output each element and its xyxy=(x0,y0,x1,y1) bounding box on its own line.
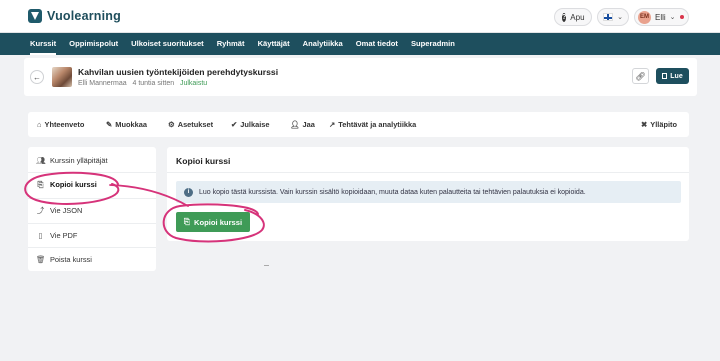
course-meta: Elli Mannermaa 4 tuntia sitten Julkaistu xyxy=(78,80,207,87)
logo-text: Vuolearning xyxy=(47,9,121,23)
nav-item-kayttajat[interactable]: Käyttäjät xyxy=(258,33,290,55)
copy-button-label: Kopioi kurssi xyxy=(193,217,243,227)
chevron-down-icon: ⌄ xyxy=(669,14,676,21)
read-button[interactable]: Lue xyxy=(656,68,689,84)
course-author: Elli Mannermaa xyxy=(78,80,127,87)
help-label: Apu xyxy=(570,12,585,22)
home-icon: ⌂ xyxy=(37,120,42,129)
panel-title: Kopioi kurssi xyxy=(176,156,231,166)
nav-item-omat-tiedot[interactable]: Omat tiedot xyxy=(356,33,398,55)
copy-link-button[interactable]: 🔗︎ xyxy=(632,68,649,84)
tab-label: Tehtävät ja analytiikka xyxy=(338,120,417,129)
person-icon: 👤︎ xyxy=(290,120,300,129)
sidebar-item-label: Vie PDF xyxy=(50,231,78,240)
nav-item-analytiikka[interactable]: Analytiikka xyxy=(303,33,343,55)
arrow-left-icon: ← xyxy=(33,72,41,82)
logo-icon xyxy=(28,9,42,23)
main-nav: Kurssit Oppimispolut Ulkoiset suoritukse… xyxy=(0,33,720,55)
check-circle-icon: ✔ xyxy=(231,120,238,129)
tab-label: Julkaise xyxy=(240,120,270,129)
tab-muokkaa[interactable]: ✎ Muokkaa xyxy=(106,120,147,129)
link-icon: 🔗︎ xyxy=(635,71,646,81)
user-name: Elli xyxy=(655,12,666,22)
trash-icon: 🗑︎ xyxy=(36,255,46,264)
gear-icon: ⚙ xyxy=(168,120,175,129)
read-label: Lue xyxy=(670,72,683,80)
finland-flag-icon xyxy=(603,13,614,21)
language-selector[interactable]: ⌄ xyxy=(597,8,629,26)
logo[interactable]: Vuolearning xyxy=(28,9,121,23)
sidebar-item-kurssin-yllapitajat[interactable]: 👥︎ Kurssin ylläpitäjät xyxy=(28,148,156,172)
sidebar-item-label: Vie JSON xyxy=(50,206,83,215)
tab-asetukset[interactable]: ⚙ Asetukset xyxy=(168,120,213,129)
nav-item-kurssit[interactable]: Kurssit xyxy=(30,33,57,55)
tab-label: Ylläpito xyxy=(650,120,677,129)
info-icon: i xyxy=(184,187,193,197)
tab-label: Muokkaa xyxy=(115,120,147,129)
copy-icon: ⎘ xyxy=(37,179,44,189)
info-message: i Luo kopio tästä kurssista. Vain kurssi… xyxy=(176,181,681,203)
users-icon: 👥︎ xyxy=(36,155,46,165)
tab-jaa[interactable]: 👤︎ Jaa xyxy=(290,120,315,129)
copy-icon: ⎘ xyxy=(183,217,190,226)
divider xyxy=(264,265,269,266)
question-icon: ? xyxy=(562,12,567,22)
tools-icon: ✖ xyxy=(641,120,648,129)
course-header xyxy=(24,58,697,96)
export-icon: ⤴ xyxy=(36,206,45,215)
pencil-icon: ✎ xyxy=(106,120,113,129)
avatar: EM xyxy=(638,10,651,24)
tab-label: Jaa xyxy=(302,120,315,129)
copy-course-button[interactable]: ⎘ Kopioi kurssi xyxy=(176,212,250,232)
file-icon: ▯ xyxy=(38,231,43,240)
course-title: Kahvilan uusien työntekijöiden perehdyty… xyxy=(78,67,279,77)
sidebar-item-label: Poista kurssi xyxy=(50,255,92,264)
chart-icon: ↗ xyxy=(329,120,336,129)
book-icon xyxy=(662,73,668,79)
sidebar-item-kopioi-kurssi[interactable]: ⎘ Kopioi kurssi xyxy=(28,172,156,196)
info-text: Luo kopio tästä kurssista. Vain kurssin … xyxy=(199,188,586,196)
tab-label: Yhteenveto xyxy=(44,120,85,129)
nav-item-ryhmat[interactable]: Ryhmät xyxy=(217,33,245,55)
sidebar-item-label: Kopioi kurssi xyxy=(50,180,97,189)
back-button[interactable]: ← xyxy=(30,70,44,84)
notification-dot xyxy=(679,15,684,19)
divider xyxy=(167,172,689,173)
nav-item-ulkoiset-suoritukset[interactable]: Ulkoiset suoritukset xyxy=(131,33,204,55)
tab-yllapito[interactable]: ✖ Ylläpito xyxy=(641,120,677,129)
course-thumbnail xyxy=(52,67,72,87)
help-button[interactable]: ? Apu xyxy=(554,8,592,26)
course-time: 4 tuntia sitten xyxy=(132,80,175,87)
tab-yhteenveto[interactable]: ⌂ Yhteenveto xyxy=(37,120,84,129)
nav-item-oppimispolut[interactable]: Oppimispolut xyxy=(69,33,118,55)
user-menu[interactable]: EM Elli ⌄ xyxy=(634,8,689,26)
sidebar-item-label: Kurssin ylläpitäjät xyxy=(50,155,108,165)
chevron-down-icon: ⌄ xyxy=(617,14,623,21)
tab-label: Asetukset xyxy=(177,120,214,129)
tab-julkaise[interactable]: ✔ Julkaise xyxy=(231,120,269,129)
course-status: Julkaistu xyxy=(179,80,208,87)
tab-tehtavat-ja-analytiikka[interactable]: ↗ Tehtävät ja analytiikka xyxy=(329,120,416,129)
nav-item-superadmin[interactable]: Superadmin xyxy=(411,33,455,55)
sidebar-item-poista-kurssi[interactable]: 🗑︎ Poista kurssi xyxy=(28,247,156,271)
sidebar-item-vie-pdf[interactable]: ▯ Vie PDF xyxy=(28,223,156,247)
sidebar-item-vie-json[interactable]: ⤴ Vie JSON xyxy=(28,198,156,222)
